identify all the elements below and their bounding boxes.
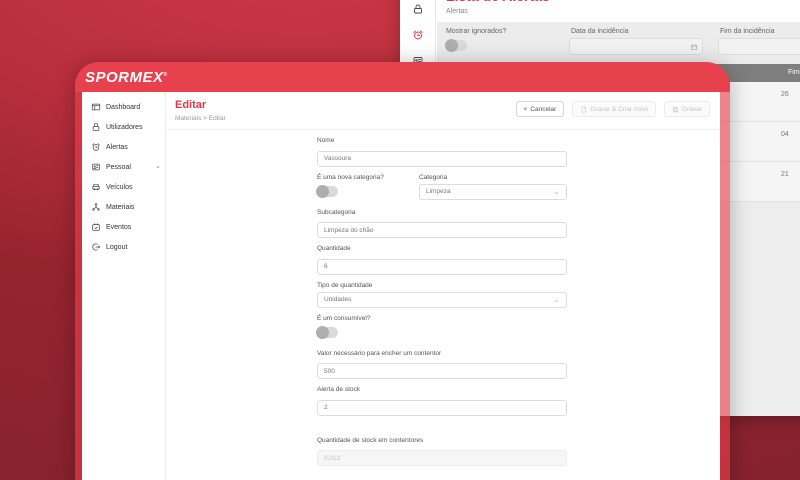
sidebar-item-logout[interactable]: Logout xyxy=(82,237,165,257)
sidebar-item-eventos[interactable]: Eventos xyxy=(82,217,165,237)
calendar-check-icon xyxy=(92,223,100,231)
badge-icon xyxy=(92,163,100,171)
nova-categoria-label: É uma nova categoria? xyxy=(317,173,384,181)
alarm-icon xyxy=(92,143,100,151)
sidebar-item-label: Utilizadores xyxy=(106,123,143,131)
date-end-label: Fim da incidência xyxy=(720,28,775,35)
quantidade-label: Quantidade xyxy=(317,245,351,252)
spormex-logo: SPORMEX® xyxy=(85,68,168,86)
bgw-breadcrumb: Alertas xyxy=(446,8,468,15)
stock-contentores-input xyxy=(317,450,567,466)
form-gap xyxy=(317,416,567,430)
tipo-quantidade-select[interactable]: Unidades ⌄ xyxy=(317,291,567,308)
breadcrumb: Materiais > Editar xyxy=(175,115,226,122)
sidebar-nav: Dashboard Utilizadores Alertas Pessoal ⌄ xyxy=(82,92,166,480)
categoria-label: Categoria xyxy=(419,173,448,181)
nome-label: Nome xyxy=(317,137,335,144)
file-plus-icon xyxy=(582,106,587,112)
subcategoria-input[interactable] xyxy=(317,222,567,238)
bgw-page-title: Lista de Alertas xyxy=(446,0,550,4)
categoria-select[interactable]: Limpeza ⌄ xyxy=(419,183,567,200)
lock-icon xyxy=(92,123,100,131)
sidebar-item-alertas[interactable]: Alertas xyxy=(82,137,165,157)
show-ignored-toggle[interactable] xyxy=(445,39,467,52)
save-and-new-button[interactable]: Gravar & Criar novo xyxy=(572,101,657,117)
alerta-stock-label: Alerta de stock xyxy=(317,386,360,393)
sidebar-item-label: Materiais xyxy=(106,203,135,211)
date-end-input[interactable] xyxy=(718,38,800,55)
save-button[interactable]: Gravar xyxy=(664,101,710,117)
valor-contentor-input[interactable] xyxy=(317,363,567,379)
sidebar-item-materiais[interactable]: Materiais xyxy=(82,197,165,217)
app-header-band: SPORMEX® xyxy=(75,62,730,92)
calendar-icon xyxy=(691,44,697,50)
page-title: Editar xyxy=(175,99,207,111)
sidebar-item-label: Logout xyxy=(106,243,128,251)
card-body: Dashboard Utilizadores Alertas Pessoal ⌄ xyxy=(82,92,720,480)
sidebar-item-label: Eventos xyxy=(106,223,132,231)
quantidade-input[interactable] xyxy=(317,258,567,275)
valor-contentor-label: Valor necessário para encher um contento… xyxy=(317,349,442,357)
sidebar-item-veiculos[interactable]: Veículos xyxy=(82,177,165,197)
chevron-down-icon: ⌄ xyxy=(553,294,560,304)
car-icon xyxy=(92,184,100,191)
show-ignored-label: Mostrar ignorados? xyxy=(446,28,507,35)
subcategoria-label: Subcategoria xyxy=(317,208,356,216)
sidebar-item-label: Veículos xyxy=(106,183,133,191)
nova-categoria-toggle[interactable] xyxy=(316,184,338,198)
chevron-down-icon: ⌄ xyxy=(553,186,560,196)
save-icon xyxy=(673,106,679,112)
header-divider xyxy=(166,129,720,130)
sidebar-item-label: Dashboard xyxy=(106,103,141,111)
material-edit-form: Nome É uma nova categoria? Categoria Lim… xyxy=(316,137,567,466)
cancel-button[interactable]: × Cancelar xyxy=(515,101,565,117)
alerta-stock-input[interactable] xyxy=(317,399,567,416)
close-icon: × xyxy=(523,105,528,113)
lock-icon[interactable] xyxy=(412,2,424,14)
consumivel-label: É um consumível? xyxy=(317,314,371,322)
screen: Lista de Alertas Alertas Mostrar ignorad… xyxy=(0,0,800,480)
sidebar-item-dashboard[interactable]: Dashboard xyxy=(82,97,165,117)
hub-icon xyxy=(92,203,100,211)
sidebar-item-label: Alertas xyxy=(106,143,128,151)
date-start-label: Data da incidência xyxy=(571,28,629,35)
content-area: Editar Materiais > Editar × Cancelar Gra… xyxy=(166,92,720,480)
logout-icon xyxy=(92,243,101,251)
sidebar-item-label: Pessoal xyxy=(106,163,131,171)
tipo-quantidade-label: Tipo de quantidade xyxy=(317,281,373,289)
chevron-down-icon: ⌄ xyxy=(155,163,161,170)
registered-mark: ® xyxy=(163,71,168,78)
nome-input[interactable] xyxy=(317,150,567,167)
toolbar: × Cancelar Gravar & Criar novo Gravar xyxy=(515,101,710,117)
consumivel-toggle[interactable] xyxy=(316,325,338,339)
dashboard-icon xyxy=(91,103,101,111)
main-card: SPORMEX® Dashboard Utilizadores Alertas xyxy=(75,62,730,480)
bgw-filter-panel: Mostrar ignorados? Data da incidência Fi… xyxy=(437,22,800,64)
sidebar-item-pessoal[interactable]: Pessoal ⌄ xyxy=(82,157,165,177)
alarm-icon[interactable] xyxy=(412,28,424,40)
content-header: Editar Materiais > Editar × Cancelar Gra… xyxy=(166,92,720,122)
sidebar-item-utilizadores[interactable]: Utilizadores xyxy=(82,117,165,137)
date-start-input[interactable] xyxy=(569,38,703,55)
stock-contentores-label: Quantidade de stock em contentores xyxy=(317,436,424,444)
